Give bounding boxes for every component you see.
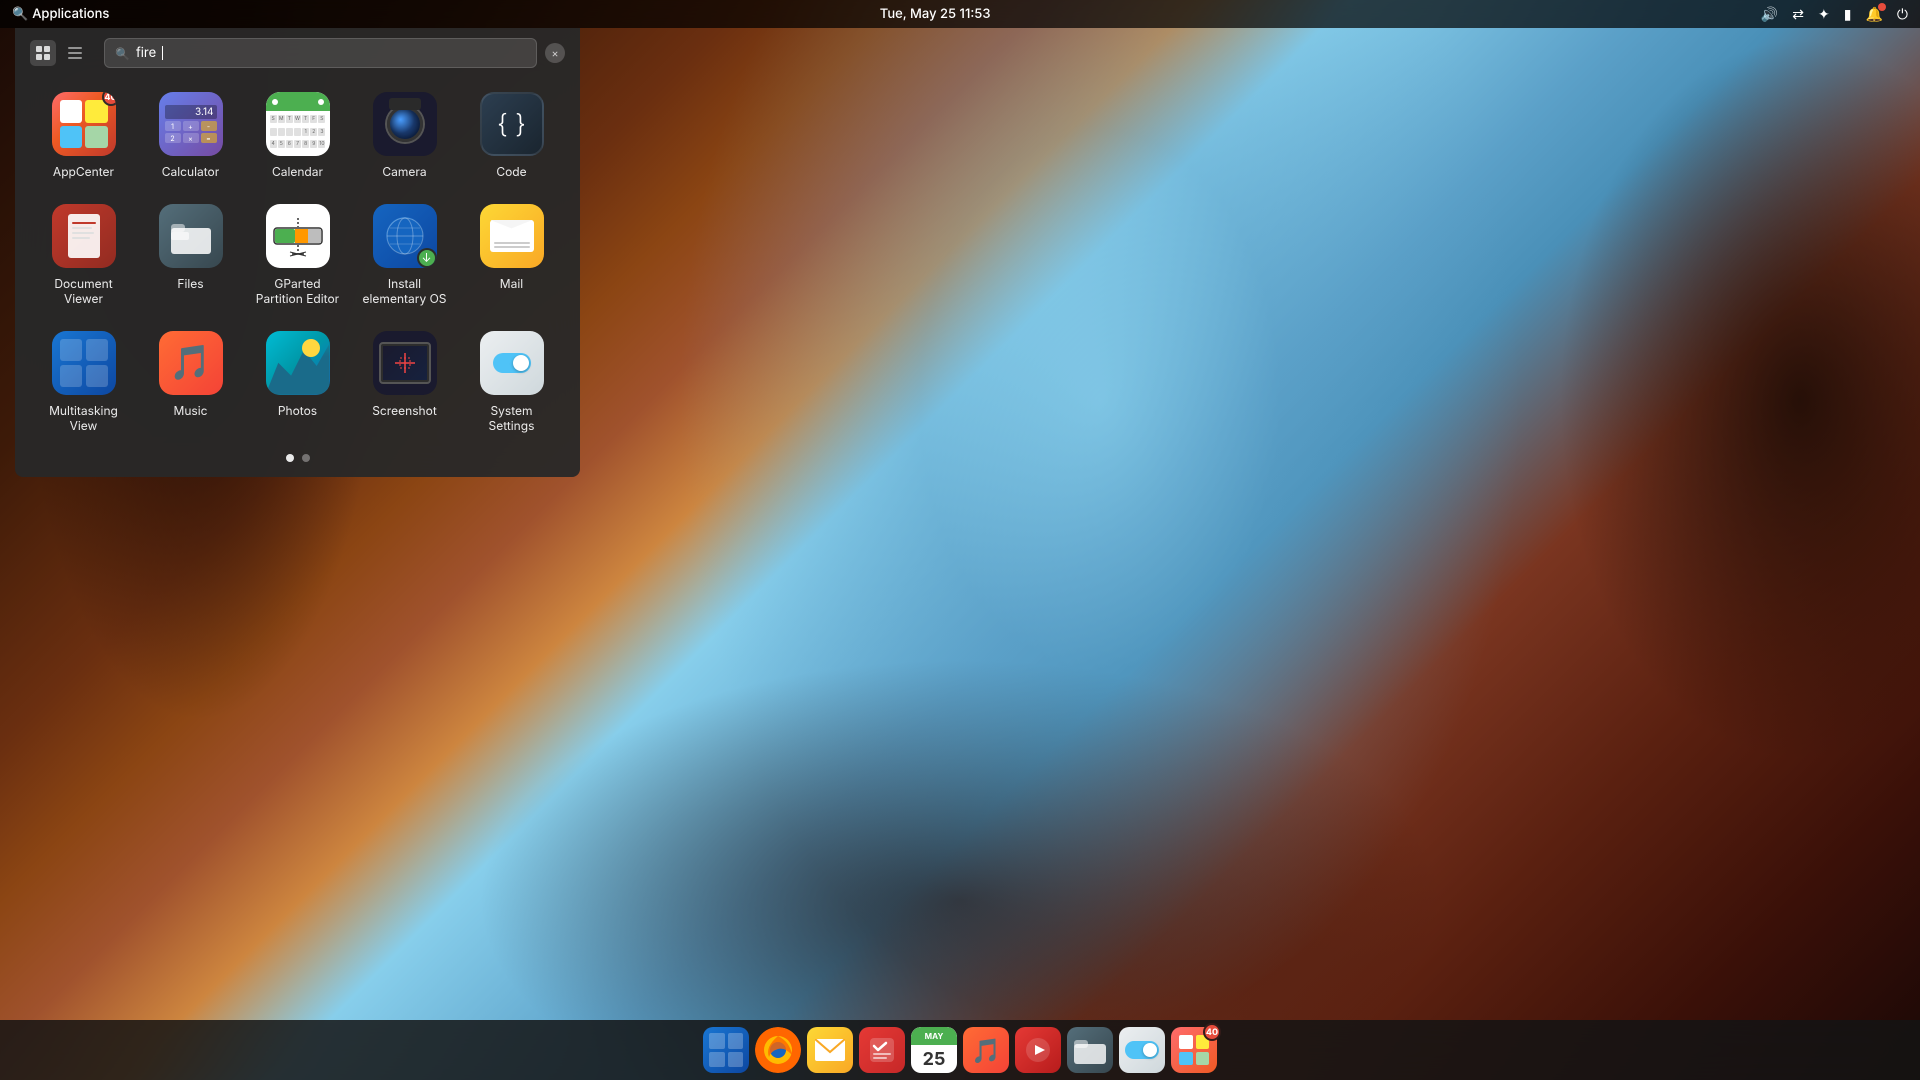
sysset-toggle — [493, 353, 531, 373]
app-item-sysset[interactable]: System Settings — [458, 319, 565, 446]
docviewer-icon — [52, 204, 116, 268]
app-item-code[interactable]: { } Code — [458, 80, 565, 192]
app-item-camera[interactable]: Camera — [351, 80, 458, 192]
search-icon: 🔍 — [12, 6, 28, 22]
app-item-photos[interactable]: Photos — [244, 319, 351, 446]
calendar-label: Calendar — [272, 164, 323, 180]
apps-grid: 40 AppCenter 3.14 1 + - 2 × = — [30, 80, 565, 446]
install-globe — [386, 217, 424, 255]
tab-grid-view[interactable] — [30, 40, 56, 66]
app-launcher: 🔍 fire × 40 AppCenter 3.14 — [15, 28, 580, 477]
dock-item-tasks[interactable] — [859, 1027, 905, 1073]
music-icon: 🎵 — [159, 331, 223, 395]
app-item-music[interactable]: 🎵 Music — [137, 319, 244, 446]
files-label: Files — [177, 276, 203, 292]
sysset-icon — [480, 331, 544, 395]
install-icon: ↓ — [373, 204, 437, 268]
app-item-screenshot[interactable]: Screenshot — [351, 319, 458, 446]
code-icon: { } — [480, 92, 544, 156]
taskbar: MAY 25 🎵 40 — [0, 1020, 1920, 1080]
dock-item-multitasking[interactable] — [703, 1027, 749, 1073]
bluetooth-icon[interactable]: ✦ — [1818, 6, 1830, 23]
search-cursor — [162, 46, 163, 60]
panel-right: 🔊 ⇄ ✦ ▮ 🔔 ⏻ — [1761, 6, 1908, 23]
display-switch-icon[interactable]: ⇄ — [1792, 6, 1804, 23]
search-input-text: fire — [136, 45, 156, 61]
notification-icon[interactable]: 🔔 — [1865, 6, 1882, 23]
docviewer-label: Document Viewer — [39, 276, 129, 307]
search-input-icon: 🔍 — [115, 46, 130, 61]
dock-item-mail[interactable] — [807, 1027, 853, 1073]
dock-item-firefox[interactable] — [755, 1027, 801, 1073]
mail-label: Mail — [500, 276, 523, 292]
camera-bump — [389, 98, 421, 110]
launcher-header: 🔍 fire × — [30, 38, 565, 68]
appcenter-icon: 40 — [52, 92, 116, 156]
camera-lens — [387, 106, 423, 142]
code-label: Code — [496, 164, 526, 180]
app-item-calculator[interactable]: 3.14 1 + - 2 × = Calculator — [137, 80, 244, 192]
install-download-badge: ↓ — [417, 248, 437, 268]
dock-item-appcenter[interactable]: 40 — [1171, 1027, 1217, 1073]
app-item-docviewer[interactable]: Document Viewer — [30, 192, 137, 319]
photos-mountain — [266, 331, 330, 395]
mail-icon — [480, 204, 544, 268]
search-clear-button[interactable]: × — [545, 43, 565, 63]
applications-label[interactable]: Applications — [32, 6, 109, 22]
app-item-mail[interactable]: Mail — [458, 192, 565, 319]
power-icon[interactable]: ⏻ — [1897, 6, 1908, 23]
page-dot-2[interactable] — [302, 454, 310, 462]
sysset-toggle-knob — [513, 355, 529, 371]
screenshot-screen — [379, 342, 431, 384]
dock-item-files[interactable] — [1067, 1027, 1113, 1073]
screenshot-label: Screenshot — [372, 403, 437, 419]
install-label: Install elementary OS — [360, 276, 450, 307]
app-item-gparted[interactable]: GParted Partition Editor — [244, 192, 351, 319]
appcenter-dock-badge: 40 — [1203, 1023, 1221, 1041]
photos-icon — [266, 331, 330, 395]
app-item-appcenter[interactable]: 40 AppCenter — [30, 80, 137, 192]
screenshot-icon — [373, 331, 437, 395]
dock-item-calendar[interactable]: MAY 25 — [911, 1027, 957, 1073]
appcenter-label: AppCenter — [53, 164, 114, 180]
camera-icon — [373, 92, 437, 156]
notification-dot — [1878, 3, 1886, 11]
camera-label: Camera — [382, 164, 426, 180]
panel-left[interactable]: 🔍 Applications — [12, 6, 109, 22]
page-dots — [30, 454, 565, 462]
photos-label: Photos — [278, 403, 317, 419]
volume-icon[interactable]: 🔊 — [1761, 6, 1778, 23]
dock-item-videos[interactable] — [1015, 1027, 1061, 1073]
gparted-icon — [266, 204, 330, 268]
app-item-multitasking[interactable]: Multitasking View — [30, 319, 137, 446]
app-item-install[interactable]: ↓ Install elementary OS — [351, 192, 458, 319]
search-box[interactable]: 🔍 fire — [104, 38, 537, 68]
launcher-tabs — [30, 40, 88, 66]
photos-sun — [302, 339, 320, 357]
multitasking-icon — [52, 331, 116, 395]
calculator-label: Calculator — [162, 164, 220, 180]
app-item-files[interactable]: Files — [137, 192, 244, 319]
calculator-icon: 3.14 1 + - 2 × = — [159, 92, 223, 156]
sysset-label: System Settings — [467, 403, 557, 434]
dock-item-music[interactable]: 🎵 — [963, 1027, 1009, 1073]
multitasking-label: Multitasking View — [39, 403, 129, 434]
screenshot-crosshair — [381, 344, 429, 382]
tab-list-view[interactable] — [62, 40, 88, 66]
battery-icon[interactable]: ▮ — [1844, 6, 1852, 23]
app-item-calendar[interactable]: SMTWTFS 123 45678910 Calendar — [244, 80, 351, 192]
gparted-label: GParted Partition Editor — [253, 276, 343, 307]
music-label: Music — [173, 403, 207, 419]
page-dot-1[interactable] — [286, 454, 294, 462]
dock-item-sysset[interactable] — [1119, 1027, 1165, 1073]
top-panel: 🔍 Applications Tue, May 25 11:53 🔊 ⇄ ✦ ▮… — [0, 0, 1920, 28]
mail-envelope — [490, 220, 534, 252]
calendar-icon: SMTWTFS 123 45678910 — [266, 92, 330, 156]
panel-datetime: Tue, May 25 11:53 — [880, 6, 991, 22]
files-icon — [159, 204, 223, 268]
